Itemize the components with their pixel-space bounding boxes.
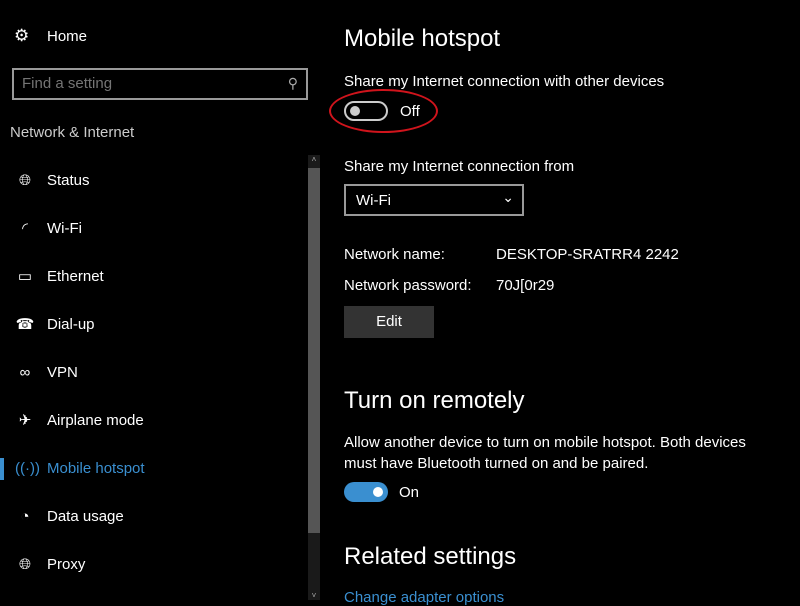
pie-chart-icon: ◔ xyxy=(20,507,30,525)
sidebar-item-vpn[interactable]: ∞ VPN xyxy=(0,352,300,392)
sidebar-item-wifi[interactable]: ◜ Wi-Fi xyxy=(0,208,300,248)
sidebar-item-proxy[interactable]: 🌐︎ Proxy xyxy=(0,544,300,584)
scrollbar-thumb[interactable] xyxy=(308,168,320,533)
related-title: Related settings xyxy=(344,543,517,570)
dropdown-value: Wi-Fi xyxy=(356,192,391,209)
airplane-icon: ✈︎ xyxy=(18,412,32,429)
remote-description-line1: Allow another device to turn on mobile h… xyxy=(344,434,746,451)
scrollbar[interactable]: ˄ ˅ xyxy=(308,155,320,600)
remote-toggle[interactable] xyxy=(344,482,388,502)
globe-icon: 🌐︎ xyxy=(18,555,31,573)
chevron-down-icon: ⌄ xyxy=(502,189,514,205)
toggle-knob xyxy=(373,487,383,497)
share-from-label: Share my Internet connection from xyxy=(344,158,575,175)
change-adapter-link[interactable]: Change adapter options xyxy=(344,589,504,606)
sidebar-item-ethernet[interactable]: ▭ Ethernet xyxy=(0,256,300,296)
remote-description-line2: must have Bluetooth turned on and be pai… xyxy=(344,455,649,472)
wifi-icon: ◜ xyxy=(22,220,28,237)
section-title: Network & Internet xyxy=(10,124,135,141)
search-icon[interactable]: ⚲ xyxy=(288,75,298,92)
vpn-icon: ∞ xyxy=(19,363,31,381)
share-toggle[interactable] xyxy=(344,101,388,121)
sidebar-item-status[interactable]: 🌐︎ Status xyxy=(0,160,300,200)
gear-icon: ⚙ xyxy=(14,26,30,45)
sidebar-item-airplane[interactable]: ✈︎ Airplane mode xyxy=(0,400,300,440)
network-password-label: Network password: xyxy=(344,277,472,294)
scroll-down-icon[interactable]: ˅ xyxy=(308,591,320,600)
globe-monitor-icon: 🌐︎ xyxy=(18,171,31,189)
network-name-value: DESKTOP-SRATRR4 2242 xyxy=(496,246,679,263)
sidebar-item-mobile-hotspot[interactable]: ((·)) Mobile hotspot xyxy=(0,448,300,488)
scroll-up-icon[interactable]: ˄ xyxy=(308,155,320,164)
search-input[interactable] xyxy=(22,75,272,92)
network-name-label: Network name: xyxy=(344,246,445,263)
share-state: Off xyxy=(400,103,420,120)
edit-button[interactable]: Edit xyxy=(344,306,434,338)
ethernet-icon: ▭ xyxy=(17,268,33,285)
search-box[interactable]: ⚲ xyxy=(12,68,308,100)
sidebar-item-data-usage[interactable]: ◔ Data usage xyxy=(0,496,300,536)
toggle-knob xyxy=(350,106,360,116)
phone-icon: ☎︎ xyxy=(15,316,35,333)
hotspot-icon: ((·)) xyxy=(15,459,40,477)
page-title: Mobile hotspot xyxy=(344,25,501,52)
share-label: Share my Internet connection with other … xyxy=(344,73,665,90)
share-from-dropdown[interactable]: Wi-Fi ⌄ xyxy=(344,184,524,216)
remote-title: Turn on remotely xyxy=(344,387,525,414)
network-password-value: 70J[0r29 xyxy=(496,277,555,294)
sidebar-item-dialup[interactable]: ☎︎ Dial-up xyxy=(0,304,300,344)
remote-state: On xyxy=(399,484,420,501)
home-link[interactable]: Home xyxy=(47,28,87,45)
